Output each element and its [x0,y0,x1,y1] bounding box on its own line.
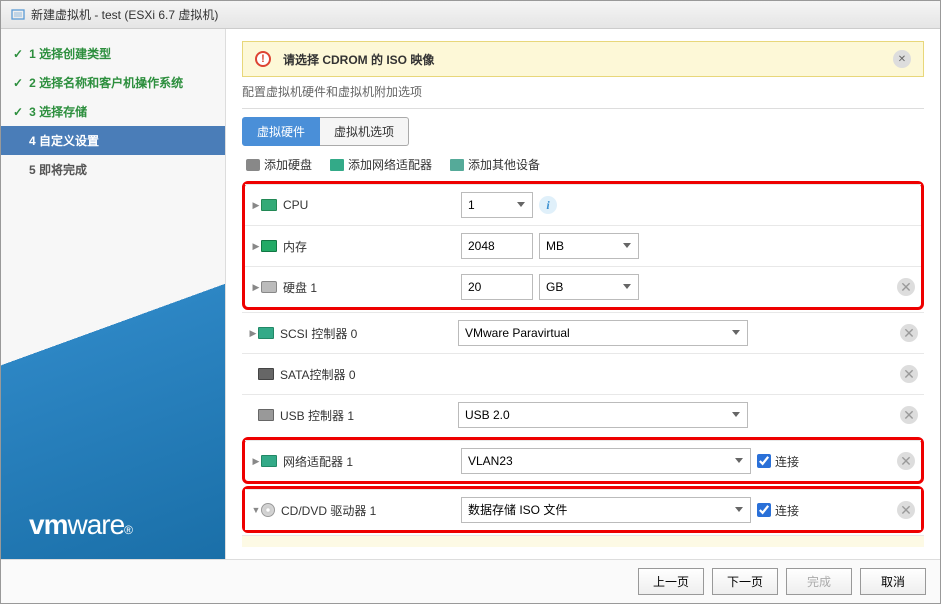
vm-icon [11,8,25,22]
row-scsi: ▶ SCSI 控制器 0 VMware Paravirtual ✕ [242,312,924,353]
alert-text: 请选择 CDROM 的 ISO 映像 [283,51,434,68]
step-4[interactable]: 4 自定义设置 [1,126,225,155]
remove-scsi[interactable]: ✕ [900,324,918,342]
highlight-box-1: ▶ CPU 1 i ▶ 内存 MB [242,181,924,310]
check-icon: ✓ [13,47,23,61]
remove-disk[interactable]: ✕ [897,278,915,296]
row-status: 状态 打开电源时连接 [242,535,924,547]
sidebar: ✓1 选择创建类型 ✓2 选择名称和客户机操作系统 ✓3 选择存储 4 自定义设… [1,29,226,559]
row-memory: ▶ 内存 MB [245,225,921,266]
check-icon: ✓ [13,76,23,90]
nic-icon [330,159,344,171]
footer: 上一页 下一页 完成 取消 [1,559,940,603]
content: ! 请选择 CDROM 的 ISO 映像 ✕ 配置虚拟机硬件和虚拟机附加选项 虚… [226,29,940,559]
row-disk: ▶ 硬盘 1 GB ✕ [245,266,921,307]
highlight-box-3: ▼ CD/DVD 驱动器 1 数据存储 ISO 文件 连接 ✕ [242,486,924,533]
memory-unit[interactable]: MB [539,233,639,259]
step-3[interactable]: ✓3 选择存储 [1,97,225,126]
back-button[interactable]: 上一页 [638,568,704,595]
disk-icon [246,159,260,171]
next-button[interactable]: 下一页 [712,568,778,595]
finish-button: 完成 [786,568,852,595]
disk-input[interactable] [461,274,533,300]
check-icon: ✓ [13,105,23,119]
step-2[interactable]: ✓2 选择名称和客户机操作系统 [1,68,225,97]
row-cdrom: ▼ CD/DVD 驱动器 1 数据存储 ISO 文件 连接 ✕ [245,489,921,530]
cpu-select[interactable]: 1 [461,192,533,218]
cancel-button[interactable]: 取消 [860,568,926,595]
disk-unit[interactable]: GB [539,274,639,300]
main: ✓1 选择创建类型 ✓2 选择名称和客户机操作系统 ✓3 选择存储 4 自定义设… [1,29,940,559]
expand-icon[interactable]: ▼ [251,505,261,515]
remove-usb[interactable]: ✕ [900,406,918,424]
cd-icon [261,503,275,517]
remove-sata[interactable]: ✕ [900,365,918,383]
titlebar: 新建虚拟机 - test (ESXi 6.7 虚拟机) [1,1,940,29]
row-sata: SATA控制器 0 ✕ [242,353,924,394]
divider [242,108,924,109]
expand-icon[interactable]: ▶ [251,241,261,252]
add-disk[interactable]: 添加硬盘 [246,156,312,173]
dialog: 新建虚拟机 - test (ESXi 6.7 虚拟机) ✓1 选择创建类型 ✓2… [0,0,941,604]
remove-network[interactable]: ✕ [897,452,915,470]
row-network: ▶ 网络适配器 1 VLAN23 连接 ✕ [245,440,921,481]
step-5[interactable]: 5 即将完成 [1,155,225,184]
expand-icon[interactable]: ▶ [248,328,258,339]
network-icon [261,455,277,467]
expand-icon[interactable]: ▶ [251,456,261,467]
wizard-steps: ✓1 选择创建类型 ✓2 选择名称和客户机操作系统 ✓3 选择存储 4 自定义设… [1,29,225,194]
row-usb: USB 控制器 1 USB 2.0 ✕ [242,394,924,435]
subtitle: 配置虚拟机硬件和虚拟机附加选项 [242,83,924,100]
hardware-rows: ▶ CPU 1 i ▶ 内存 MB [242,179,924,547]
sata-icon [258,368,274,380]
highlight-box-2: ▶ 网络适配器 1 VLAN23 连接 ✕ [242,437,924,484]
device-icon [450,159,464,171]
expand-icon[interactable]: ▶ [251,200,261,211]
row-cpu: ▶ CPU 1 i [245,184,921,225]
dialog-title: 新建虚拟机 - test (ESXi 6.7 虚拟机) [31,6,218,23]
step-1[interactable]: ✓1 选择创建类型 [1,39,225,68]
tabs: 虚拟硬件 虚拟机选项 [242,117,924,146]
add-nic[interactable]: 添加网络适配器 [330,156,432,173]
remove-cdrom[interactable]: ✕ [897,501,915,519]
network-select[interactable]: VLAN23 [461,448,751,474]
alert-close[interactable]: ✕ [893,50,911,68]
usb-select[interactable]: USB 2.0 [458,402,748,428]
scsi-select[interactable]: VMware Paravirtual [458,320,748,346]
scsi-icon [258,327,274,339]
expand-icon[interactable]: ▶ [251,282,261,293]
memory-input[interactable] [461,233,533,259]
toolbar: 添加硬盘 添加网络适配器 添加其他设备 [242,156,924,173]
add-other-device[interactable]: 添加其他设备 [450,156,540,173]
cdrom-select[interactable]: 数据存储 ISO 文件 [461,497,751,523]
info-icon[interactable]: i [539,196,557,214]
alert-banner: ! 请选择 CDROM 的 ISO 映像 ✕ [242,41,924,77]
disk-icon [261,281,277,293]
usb-icon [258,409,274,421]
cdrom-connect[interactable]: 连接 [757,502,799,519]
tab-vm-options[interactable]: 虚拟机选项 [320,117,409,146]
memory-icon [261,240,277,252]
network-connect[interactable]: 连接 [757,453,799,470]
vmware-logo: vmware® [29,509,132,541]
alert-icon: ! [255,51,271,67]
cpu-icon [261,199,277,211]
tab-hardware[interactable]: 虚拟硬件 [242,117,320,146]
